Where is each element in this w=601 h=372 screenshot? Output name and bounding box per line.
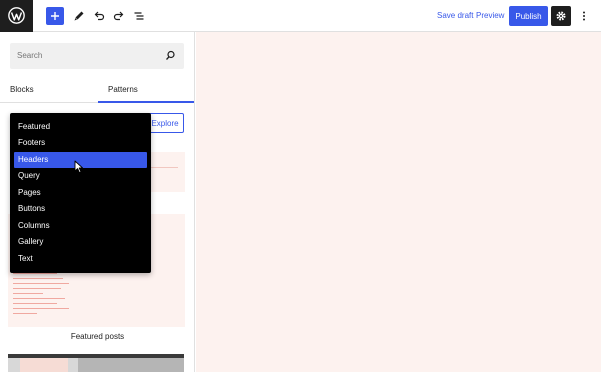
active-tab-indicator [98, 101, 194, 103]
plus-icon [51, 12, 59, 20]
search-icon [166, 50, 175, 60]
gear-icon [556, 11, 566, 21]
tools-button[interactable] [69, 6, 89, 26]
dropdown-item-columns[interactable]: Columns [10, 218, 151, 234]
more-options-button[interactable] [577, 6, 591, 26]
search-placeholder: Search [17, 51, 43, 60]
dropdown-item-pages[interactable]: Pages [10, 185, 151, 201]
mouse-cursor-icon [74, 160, 84, 174]
redo-icon [113, 11, 124, 21]
wordpress-logo-icon[interactable] [0, 0, 33, 32]
redo-button[interactable] [109, 6, 129, 26]
pattern-label: Featured posts [70, 332, 125, 341]
editor-canvas[interactable] [196, 32, 601, 372]
list-view-button[interactable] [129, 6, 149, 26]
save-draft-button[interactable]: Save draft [437, 11, 473, 20]
add-block-button[interactable] [46, 7, 64, 25]
dropdown-item-text[interactable]: Text [10, 251, 151, 267]
search-input[interactable]: Search [10, 43, 184, 69]
publish-button[interactable]: Publish [509, 6, 548, 26]
more-vertical-icon [583, 11, 585, 21]
dropdown-item-buttons[interactable]: Buttons [10, 201, 151, 217]
dropdown-item-featured[interactable]: Featured [10, 119, 151, 135]
top-toolbar: Save draft Preview Publish [0, 0, 601, 32]
tab-patterns[interactable]: Patterns [108, 85, 138, 94]
preview-button[interactable]: Preview [476, 11, 504, 20]
tab-blocks[interactable]: Blocks [10, 85, 34, 94]
pattern-preview[interactable] [8, 354, 184, 372]
pen-icon [74, 11, 84, 21]
dropdown-item-gallery[interactable]: Gallery [10, 234, 151, 250]
list-view-icon [134, 12, 144, 20]
dropdown-item-footers[interactable]: Footers [10, 135, 151, 151]
undo-icon [94, 11, 105, 21]
pattern-preview-text [13, 268, 73, 318]
undo-button[interactable] [89, 6, 109, 26]
pattern-category-dropdown: Featured Footers Headers Query Pages But… [10, 113, 151, 273]
explore-button[interactable]: Explore [146, 113, 184, 133]
settings-button[interactable] [551, 6, 571, 26]
